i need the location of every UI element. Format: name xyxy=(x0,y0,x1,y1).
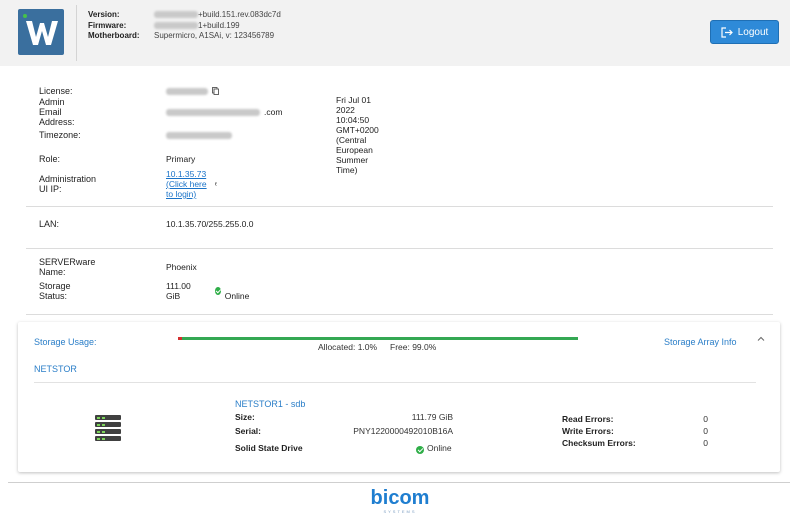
storage-status-label: Storage Status: xyxy=(39,281,71,301)
storage-usage-link[interactable]: Storage Usage: xyxy=(34,337,97,347)
admin-email-label: Admin Email Address: xyxy=(39,97,75,127)
license-value xyxy=(166,87,219,95)
checksum-errors-value: 0 xyxy=(703,438,708,448)
role-label: Role: xyxy=(39,154,61,164)
disk-serial-value: PNY1220000492010B16A xyxy=(353,426,453,436)
write-errors-label: Write Errors: xyxy=(562,426,614,436)
timezone-value xyxy=(166,131,232,139)
check-circle-icon xyxy=(214,287,221,295)
disk-stack-icon xyxy=(95,415,121,443)
current-datetime: Fri Jul 01 2022 10:04:50 GMT+0200 (Centr… xyxy=(336,95,379,175)
read-errors-value: 0 xyxy=(703,414,708,424)
disk-status: Online xyxy=(427,443,452,453)
lan-value: 10.1.35.70/255.255.0.0 xyxy=(166,219,254,229)
check-circle-icon xyxy=(416,446,424,454)
chevron-up-icon[interactable] xyxy=(757,335,765,343)
role-value: Primary xyxy=(166,154,196,164)
logout-label: Logout xyxy=(737,26,769,38)
server-name-value: Phoenix xyxy=(166,262,197,272)
app-logo xyxy=(18,9,64,55)
admin-email-value: .com xyxy=(166,107,282,117)
checksum-errors-label: Checksum Errors: xyxy=(562,438,636,448)
logout-icon xyxy=(721,26,733,38)
bicom-logo: bicom SYSTEMS xyxy=(371,487,430,514)
netstor-tab[interactable]: NETSTOR xyxy=(34,364,77,374)
read-errors-label: Read Errors: xyxy=(562,414,614,424)
section-divider xyxy=(26,248,773,249)
panel-divider xyxy=(34,382,756,383)
disk-size-value: 111.79 GiB xyxy=(411,412,453,422)
storage-panel: Storage Usage: Allocated: 1.0% Free: 99.… xyxy=(18,322,780,472)
disk-size-label: Size: xyxy=(235,412,255,422)
server-name-label: SERVERware Name: xyxy=(39,257,96,277)
storage-allocated-fill xyxy=(178,337,182,340)
footer-divider xyxy=(8,482,790,483)
firmware-label: Firmware: xyxy=(88,21,127,30)
storage-usage-bar xyxy=(178,337,578,340)
section-divider xyxy=(26,314,773,315)
version-label: Version: xyxy=(88,10,120,19)
allocated-text: Allocated: 1.0% xyxy=(318,342,378,352)
header-divider xyxy=(76,5,77,61)
admin-ip-login-link[interactable]: 10.1.35.73 (Click here to login) xyxy=(166,169,211,199)
brand-text: bicom xyxy=(371,487,430,509)
version-value: +build.151.rev.083dc7d xyxy=(154,10,281,19)
copy-icon[interactable] xyxy=(212,87,219,95)
top-header: Version: +build.151.rev.083dc7d Firmware… xyxy=(0,0,790,66)
storage-status-value: 111.00 GiB Online xyxy=(166,281,249,301)
timezone-label: Timezone: xyxy=(39,130,81,140)
logo-w-icon xyxy=(26,21,58,45)
admin-ip-value: 10.1.35.73 (Click here to login) xyxy=(166,169,218,199)
version-row: Version: +build.151.rev.083dc7d xyxy=(88,9,281,20)
section-divider xyxy=(26,206,773,207)
firmware-value: 1+build.199 xyxy=(154,21,240,30)
disk-type-label: Solid State Drive xyxy=(235,443,303,453)
admin-ip-label: Administration UI IP: xyxy=(39,174,97,194)
free-text: Free: 99.0% xyxy=(390,342,437,352)
copy-icon[interactable] xyxy=(214,180,218,188)
disk-title: NETSTOR1 - sdb xyxy=(235,399,306,409)
storage-state: Online xyxy=(224,291,250,301)
brand-subtext: SYSTEMS xyxy=(383,509,416,514)
logout-button[interactable]: Logout xyxy=(710,20,779,44)
motherboard-row: Motherboard: Supermicro, A1SAi, v: 12345… xyxy=(88,30,274,41)
motherboard-value: Supermicro, A1SAi, v: 123456789 xyxy=(154,31,275,40)
disk-serial-label: Serial: xyxy=(235,426,261,436)
storage-size: 111.00 GiB xyxy=(166,281,191,301)
lan-label: LAN: xyxy=(39,219,60,229)
license-label: License: xyxy=(39,86,73,96)
storage-array-info-link[interactable]: Storage Array Info xyxy=(664,337,737,347)
motherboard-label: Motherboard: xyxy=(88,31,140,40)
write-errors-value: 0 xyxy=(703,426,708,436)
